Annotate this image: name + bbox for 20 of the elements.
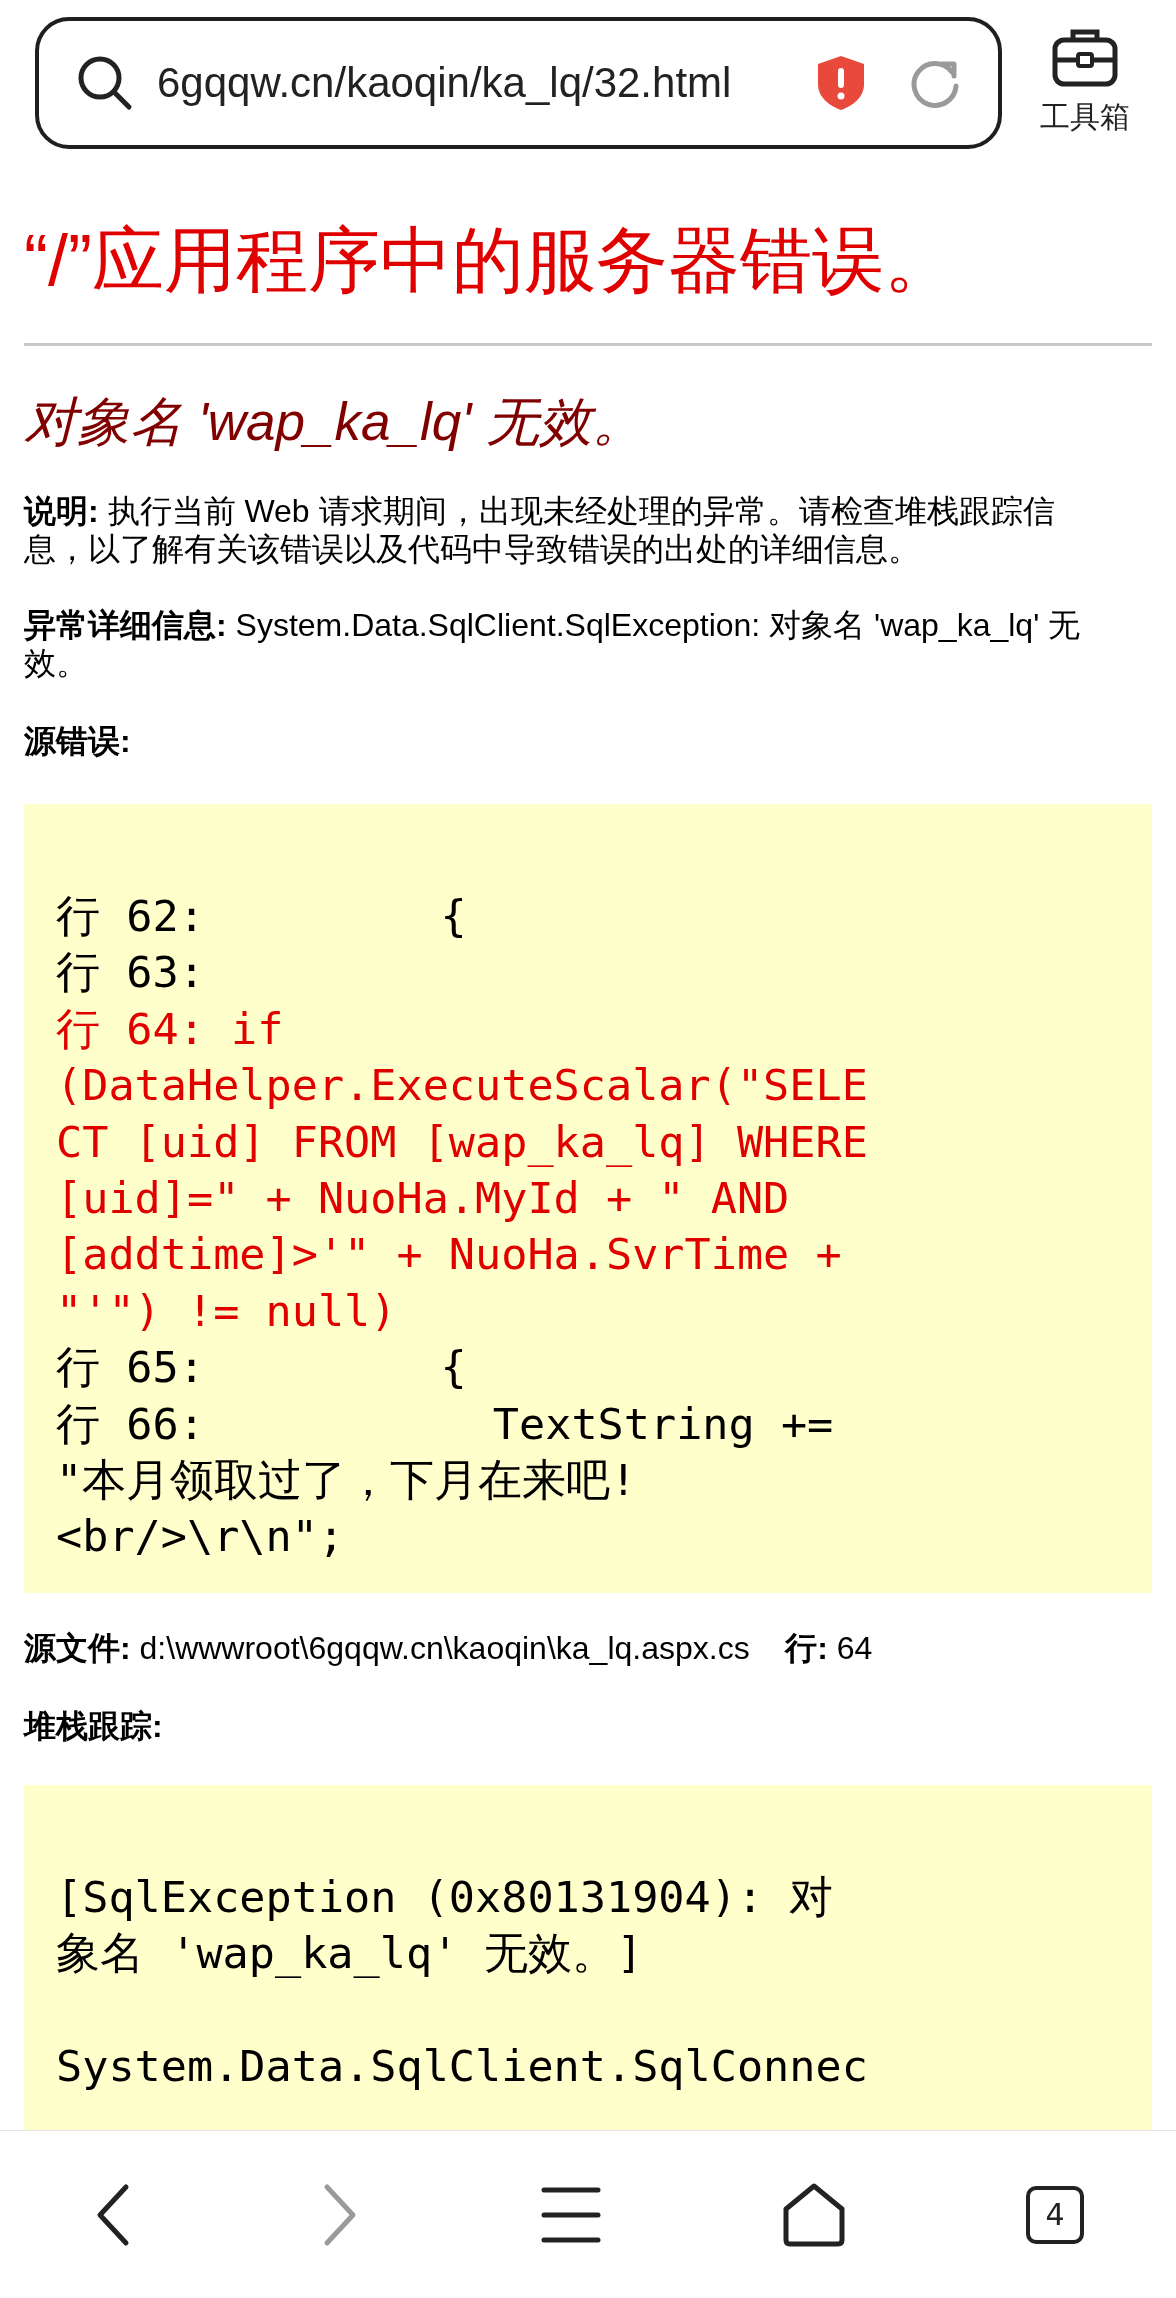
tabs-count-button[interactable]: 4 — [1026, 2185, 1084, 2244]
code-line: 行 64: if (DataHelper.ExecuteScalar("SELECT [uid] FROM [wap_ka_lq] WHERE [uid]=" + NuoHa.MyId + " AND [addtime]>'" + NuoHa.SvrTime + "'") != null) — [56, 1002, 868, 1338]
stack-trace-heading: 堆栈跟踪: — [24, 1706, 164, 1745]
shield-warning-icon[interactable] — [816, 53, 866, 112]
stack-trace-line: [SqlException (0x80131904): 对象名 'wap_ka_lq' 无效。] — [56, 1870, 835, 1981]
address-bar[interactable]: 6gqqw.cn/kaoqin/ka_lq/32.html — [35, 16, 1002, 149]
code-line: 行 65: { — [56, 1341, 468, 1395]
source-error-heading: 源错误: — [24, 722, 132, 760]
source-file-text: 源文件: d:\wwwroot\6gqqw.cn\kaoqin\ka_lq.aspx.cs 行: 64 — [24, 1628, 874, 1667]
code-line: 行 63: — [56, 946, 206, 1000]
exception-details-text: 异常详细信息: System.Data.SqlClient.SqlException: 对象名 'wap_ka_lq' 无效。 — [24, 606, 1082, 682]
stack-trace-line: System.Data.SqlClient.SqlConnec — [56, 2039, 868, 2093]
page-title: “/”应用程序中的服务器错误。 — [24, 220, 957, 300]
code-line: 行 66: TextString += "本月领取过了，下月在来吧!<br/>\r\n"; — [56, 1397, 835, 1564]
description-text: 说明: 执行当前 Web 请求期间，出现未经处理的异常。请检查堆栈跟踪信息，以了解有关该错误以及代码中导致错误的出处的详细信息。 — [24, 492, 1056, 568]
home-icon[interactable] — [781, 2182, 846, 2247]
toolbox-button[interactable]: 工具箱 — [1040, 26, 1130, 139]
url-text: 6gqqw.cn/kaoqin/ka_lq/32.html — [157, 58, 733, 108]
code-line: 行 62: { — [56, 890, 468, 943]
error-subtitle: 对象名 'wap_ka_lq' 无效。 — [24, 392, 647, 452]
